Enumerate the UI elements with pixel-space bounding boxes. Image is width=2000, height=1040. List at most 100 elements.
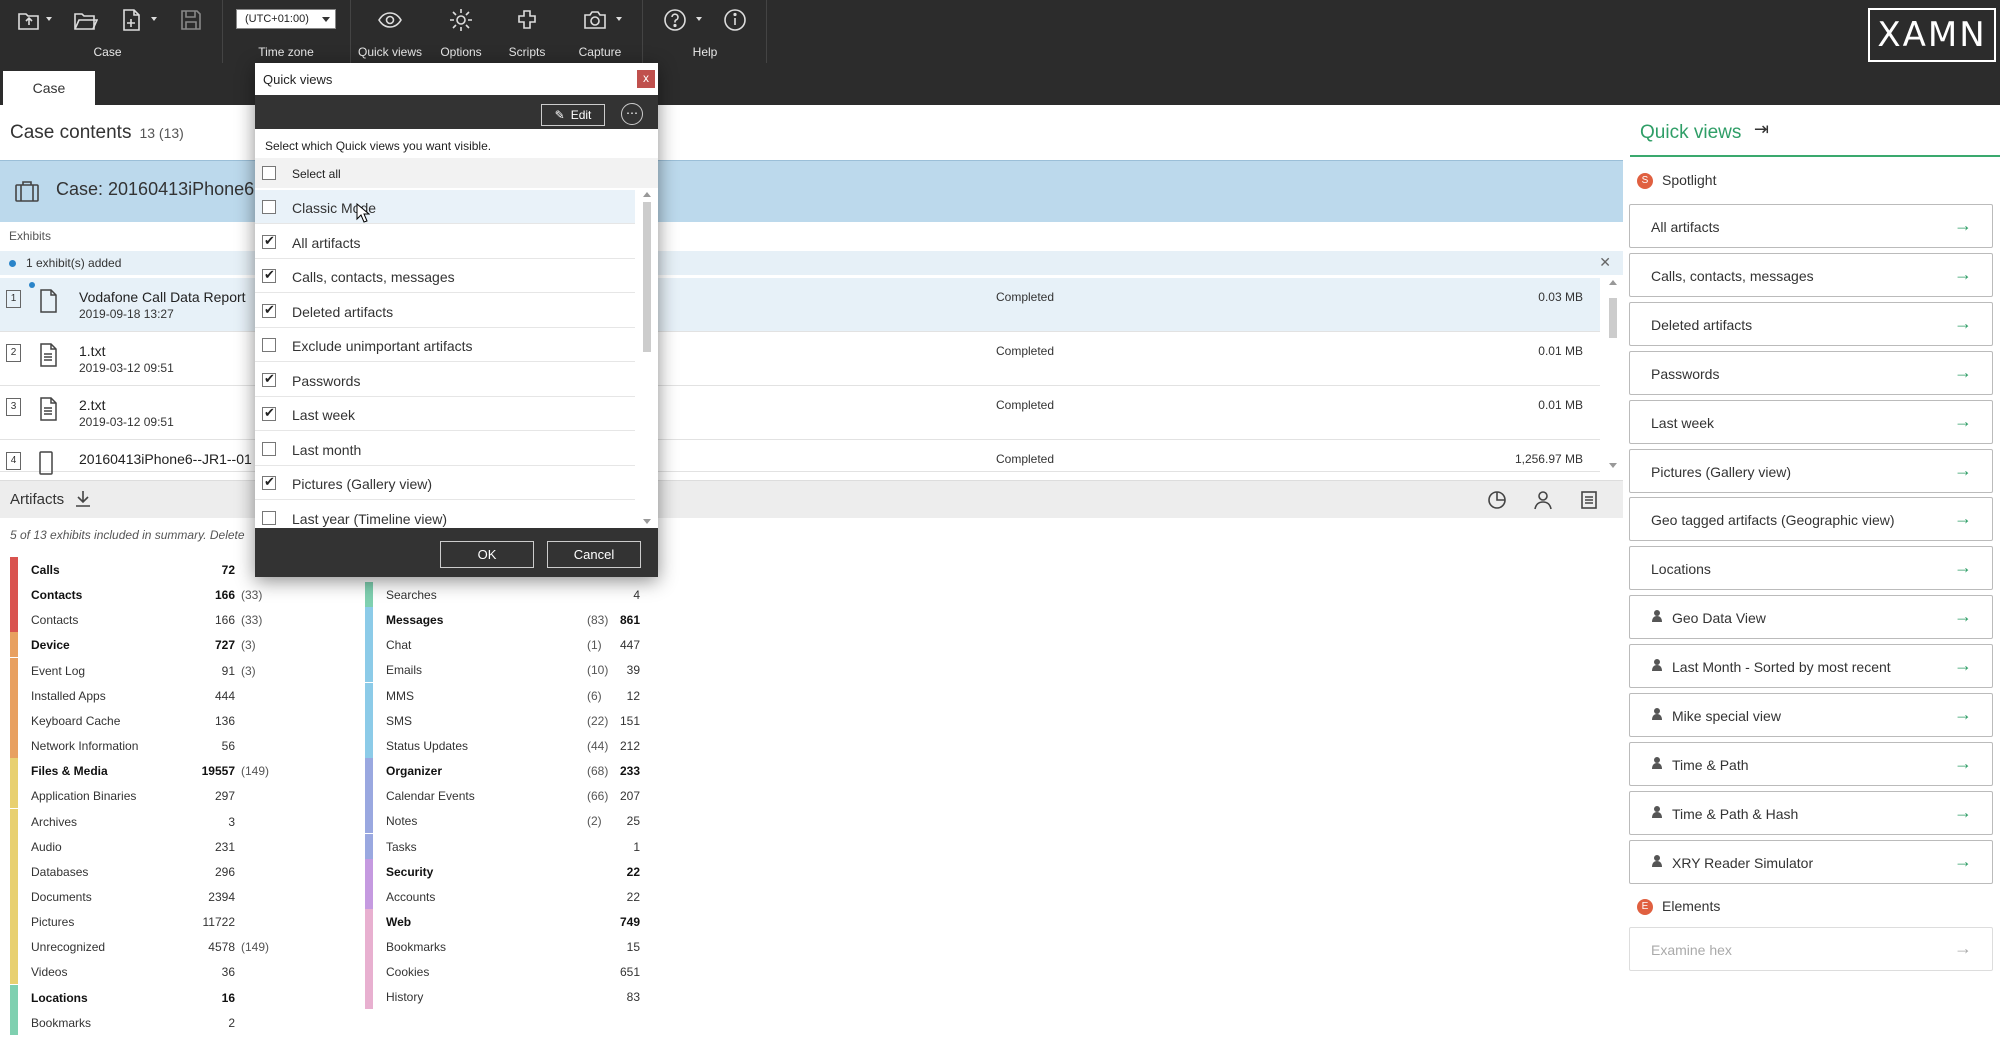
artifact-row[interactable]: Emails 39 (10)	[365, 657, 665, 683]
select-all-row[interactable]: Select all	[255, 158, 658, 188]
artifact-row[interactable]: Archives 3	[10, 808, 310, 834]
quick-view-card[interactable]: Time & Path & Hash →	[1629, 790, 1993, 835]
quick-view-option[interactable]: Last month	[255, 432, 635, 466]
artifact-row[interactable]: Chat 447 (1)	[365, 632, 665, 658]
document-list-icon[interactable]	[1580, 490, 1598, 515]
quick-view-card[interactable]: Time & Path →	[1629, 741, 1993, 786]
exhibit-row[interactable]: 1 Vodafone Call Data Report 2019-09-18 13:…	[0, 278, 1600, 332]
tab-case[interactable]: Case	[3, 71, 95, 105]
scroll-thumb[interactable]	[1609, 298, 1617, 338]
options-button[interactable]: Options	[428, 0, 494, 63]
select-all-checkbox[interactable]	[262, 166, 276, 180]
artifact-row[interactable]: Messages 861 (83)	[365, 607, 665, 633]
artifact-row[interactable]: Tasks 1	[365, 833, 665, 859]
more-options-button[interactable]: ⋯	[621, 103, 643, 125]
artifact-row[interactable]: Contacts 166 (33)	[10, 607, 310, 633]
collapse-panel-icon[interactable]: ⇥	[1754, 119, 1769, 140]
quick-view-card[interactable]: Passwords →	[1629, 350, 1993, 395]
quick-view-option[interactable]: Deleted artifacts	[255, 294, 635, 328]
quick-view-checkbox[interactable]	[262, 233, 276, 249]
exhibits-scrollbar[interactable]	[1606, 278, 1620, 470]
quick-view-checkbox[interactable]	[262, 510, 276, 525]
quick-view-card[interactable]: Last week →	[1629, 399, 1993, 444]
quick-view-card[interactable]: Locations →	[1629, 546, 1993, 591]
artifact-row[interactable]: History 83	[365, 984, 665, 1010]
quick-view-card[interactable]: Deleted artifacts →	[1629, 301, 1993, 346]
timezone-select[interactable]: (UTC+01:00)	[236, 9, 336, 29]
artifact-row[interactable]: Security 22	[365, 858, 665, 884]
quick-view-checkbox[interactable]	[262, 371, 276, 387]
info-icon[interactable]	[720, 6, 750, 34]
quick-views-button[interactable]: Quick views	[352, 0, 428, 63]
quick-view-card[interactable]: Mike special view →	[1629, 693, 1993, 737]
artifact-row[interactable]: MMS 12 (6)	[365, 682, 665, 708]
quick-view-checkbox[interactable]	[262, 338, 276, 352]
download-icon[interactable]	[74, 489, 92, 514]
edit-button[interactable]: ✎ Edit	[541, 104, 605, 126]
artifact-row[interactable]: Calendar Events 207 (66)	[365, 783, 665, 809]
quick-view-option[interactable]: Exclude unimportant artifacts	[255, 328, 635, 362]
artifact-row[interactable]: Network Information 56	[10, 733, 310, 759]
cancel-button[interactable]: Cancel	[547, 541, 641, 568]
quick-view-card[interactable]: All artifacts →	[1629, 204, 1993, 248]
pie-chart-icon[interactable]	[1487, 490, 1507, 515]
quick-view-option[interactable]: Pictures (Gallery view)	[255, 466, 635, 500]
artifact-row[interactable]: Databases 296	[10, 858, 310, 884]
quick-view-card[interactable]: Last Month - Sorted by most recent →	[1629, 644, 1993, 689]
add-file-icon[interactable]	[116, 6, 146, 34]
scroll-thumb[interactable]	[643, 202, 651, 352]
quick-view-card[interactable]: Geo tagged artifacts (Geographic view) →	[1629, 497, 1993, 542]
help-icon[interactable]	[660, 6, 690, 34]
help-dropdown-icon[interactable]	[696, 17, 702, 21]
artifact-row[interactable]: Accounts 22	[365, 883, 665, 909]
artifact-row[interactable]: Unrecognized 4578 (149)	[10, 934, 310, 960]
quick-view-checkbox[interactable]	[262, 267, 276, 283]
artifact-row[interactable]: Videos 36	[10, 959, 310, 985]
capture-button[interactable]: Capture	[560, 0, 640, 63]
quick-view-checkbox[interactable]	[262, 441, 276, 456]
artifact-row[interactable]: Application Binaries 297	[10, 783, 310, 809]
examine-hex-card[interactable]: Examine hex →	[1629, 927, 1993, 971]
quick-view-checkbox[interactable]	[262, 474, 276, 490]
capture-dropdown-icon[interactable]	[616, 17, 622, 21]
person-icon[interactable]	[1533, 490, 1553, 515]
quick-view-option[interactable]: Passwords	[255, 363, 635, 397]
artifact-row[interactable]: Status Updates 212 (44)	[365, 732, 665, 758]
artifact-row[interactable]: Documents 2394	[10, 883, 310, 909]
scroll-down-icon[interactable]	[1609, 463, 1617, 468]
dialog-close-button[interactable]: x	[637, 70, 655, 88]
exhibit-row[interactable]: 2 1.txt 2019-03-12 09:51 Completed 0.01 MB	[0, 332, 1600, 386]
quick-view-card[interactable]: Pictures (Gallery view) →	[1629, 448, 1993, 493]
open-folder-icon[interactable]	[70, 6, 100, 34]
artifact-row[interactable]: Web 749	[365, 908, 665, 934]
artifact-row[interactable]: Contacts 166 (33)	[10, 582, 310, 608]
quick-view-checkbox[interactable]	[262, 405, 276, 421]
quick-view-option[interactable]: Last week	[255, 397, 635, 431]
close-icon[interactable]: ✕	[1599, 254, 1611, 271]
scroll-down-icon[interactable]	[643, 519, 651, 524]
quick-view-checkbox[interactable]	[262, 302, 276, 318]
quick-view-option[interactable]: Classic Mode	[255, 190, 635, 224]
artifact-row[interactable]: Bookmarks 15	[365, 934, 665, 960]
case-row[interactable]: Case: 20160413iPhone6	[0, 160, 1623, 222]
quick-view-checkbox[interactable]	[262, 200, 276, 214]
quick-view-card[interactable]: Calls, contacts, messages →	[1629, 252, 1993, 297]
artifact-row[interactable]: Cookies 651	[365, 959, 665, 985]
artifact-row[interactable]: Locations 16	[10, 984, 310, 1010]
artifact-row[interactable]: Event Log 91 (3)	[10, 657, 310, 683]
quick-view-card[interactable]: Geo Data View →	[1629, 595, 1993, 640]
open-case-dropdown-icon[interactable]	[46, 17, 52, 21]
quick-view-option[interactable]: All artifacts	[255, 225, 635, 259]
artifact-row[interactable]: Audio 231	[10, 833, 310, 859]
artifact-row[interactable]: Keyboard Cache 136	[10, 707, 310, 733]
artifact-row[interactable]: Installed Apps 444	[10, 682, 310, 708]
scroll-up-icon[interactable]	[1609, 280, 1617, 285]
ok-button[interactable]: OK	[440, 541, 534, 568]
artifact-row[interactable]: Organizer 233 (68)	[365, 758, 665, 784]
quick-view-option[interactable]: Calls, contacts, messages	[255, 259, 635, 293]
scroll-up-icon[interactable]	[643, 192, 651, 197]
open-case-icon[interactable]	[12, 6, 46, 34]
artifact-row[interactable]: Bookmarks 2	[10, 1009, 310, 1035]
artifact-row[interactable]: Device 727 (3)	[10, 632, 310, 658]
scripts-button[interactable]: Scripts	[494, 0, 560, 63]
